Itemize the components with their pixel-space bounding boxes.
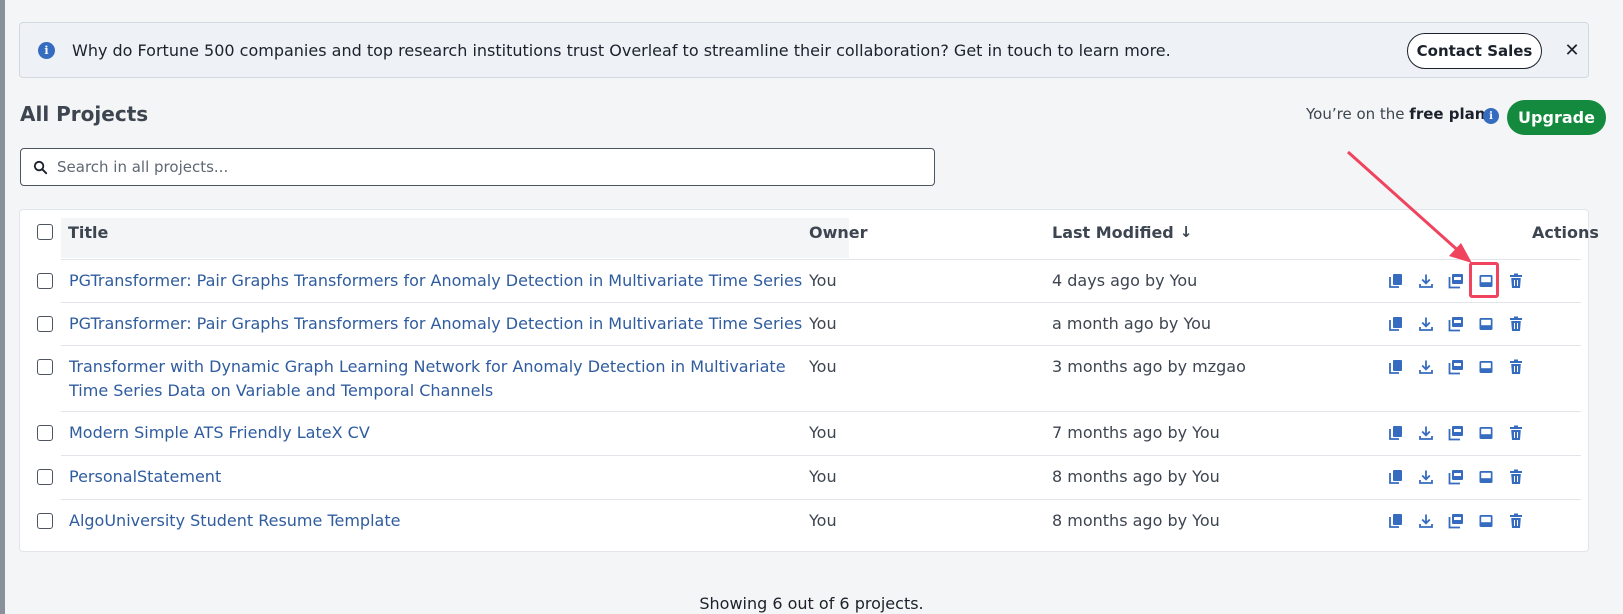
project-title-link[interactable]: AlgoUniversity Student Resume Template	[69, 509, 829, 533]
search-icon	[33, 160, 48, 175]
projects-count: Showing 6 out of 6 projects.	[699, 594, 924, 613]
column-header-actions: Actions	[1532, 222, 1599, 242]
download-pdf-icon[interactable]	[1446, 511, 1466, 531]
row-checkbox[interactable]	[37, 425, 53, 441]
download-pdf-icon[interactable]	[1446, 357, 1466, 377]
row-divider	[61, 499, 1581, 500]
copy-icon[interactable]	[1386, 467, 1406, 487]
column-header-last-modified[interactable]: Last Modified ↓	[1052, 210, 1192, 254]
trash-icon[interactable]	[1506, 357, 1526, 377]
sort-arrow-icon: ↓	[1179, 223, 1193, 241]
trash-icon[interactable]	[1506, 511, 1526, 531]
download-highlight-box	[1469, 262, 1499, 298]
contact-sales-button[interactable]: Contact Sales	[1407, 33, 1542, 69]
window-edge	[0, 0, 5, 614]
project-title-link[interactable]: PGTransformer: Pair Graphs Transformers …	[69, 312, 829, 336]
row-divider	[61, 302, 1581, 303]
modified-cell: 7 months ago by You	[1052, 423, 1220, 442]
banner-message: Why do Fortune 500 companies and top res…	[72, 41, 1171, 60]
download-pdf-icon[interactable]	[1446, 423, 1466, 443]
row-checkbox[interactable]	[37, 359, 53, 375]
row-divider	[61, 455, 1581, 456]
owner-cell: You	[809, 314, 837, 333]
project-title-link[interactable]: Transformer with Dynamic Graph Learning …	[69, 355, 789, 403]
upgrade-button[interactable]: Upgrade	[1507, 100, 1606, 135]
download-pdf-icon[interactable]	[1446, 314, 1466, 334]
close-icon[interactable]: ✕	[1561, 39, 1583, 61]
download-icon[interactable]	[1416, 314, 1436, 334]
column-header-owner[interactable]: Owner	[809, 210, 868, 254]
modified-cell: 8 months ago by You	[1052, 467, 1220, 486]
row-checkbox[interactable]	[37, 273, 53, 289]
trash-icon[interactable]	[1506, 423, 1526, 443]
modified-cell: a month ago by You	[1052, 314, 1212, 333]
title-column-header-bg	[61, 218, 849, 258]
info-icon: i	[38, 42, 55, 59]
owner-cell: You	[809, 423, 837, 442]
download-icon[interactable]	[1416, 511, 1436, 531]
modified-cell: 8 months ago by You	[1052, 511, 1220, 530]
projects-table: Title Owner Last Modified ↓ Actions PGTr…	[19, 209, 1599, 552]
archive-icon[interactable]	[1476, 511, 1496, 531]
row-checkbox[interactable]	[37, 513, 53, 529]
plan-status: You’re on the free plan	[1306, 105, 1485, 123]
project-title-link[interactable]: Modern Simple ATS Friendly LateX CV	[69, 421, 829, 445]
download-pdf-icon[interactable]	[1446, 271, 1466, 291]
project-title-link[interactable]: PGTransformer: Pair Graphs Transformers …	[69, 269, 829, 293]
copy-icon[interactable]	[1386, 271, 1406, 291]
plan-name: free plan	[1409, 105, 1486, 123]
archive-icon[interactable]	[1476, 467, 1496, 487]
plan-info-icon[interactable]: i	[1483, 108, 1499, 124]
owner-cell: You	[809, 467, 837, 486]
row-checkbox[interactable]	[37, 316, 53, 332]
column-header-title[interactable]: Title	[68, 210, 108, 254]
trash-icon[interactable]	[1506, 467, 1526, 487]
project-search	[20, 148, 935, 186]
last-modified-label: Last Modified	[1052, 222, 1174, 242]
project-title-link[interactable]: PersonalStatement	[69, 465, 829, 489]
row-divider	[61, 259, 1581, 260]
row-divider	[61, 345, 1581, 346]
download-icon[interactable]	[1416, 467, 1436, 487]
contact-sales-banner: i Why do Fortune 500 companies and top r…	[19, 22, 1589, 78]
owner-cell: You	[809, 357, 837, 376]
archive-icon[interactable]	[1476, 423, 1496, 443]
trash-icon[interactable]	[1506, 314, 1526, 334]
copy-icon[interactable]	[1386, 314, 1406, 334]
download-icon[interactable]	[1416, 423, 1436, 443]
plan-prefix: You’re on the	[1306, 105, 1410, 123]
archive-icon[interactable]	[1476, 314, 1496, 334]
copy-icon[interactable]	[1386, 423, 1406, 443]
page-title: All Projects	[20, 102, 149, 126]
owner-cell: You	[809, 511, 837, 530]
owner-cell: You	[809, 271, 837, 290]
archive-icon[interactable]	[1476, 357, 1496, 377]
select-all-checkbox[interactable]	[37, 224, 53, 240]
row-divider	[61, 411, 1581, 412]
copy-icon[interactable]	[1386, 511, 1406, 531]
modified-cell: 3 months ago by mzgao	[1052, 357, 1246, 376]
row-checkbox[interactable]	[37, 469, 53, 485]
search-input[interactable]	[57, 151, 927, 183]
modified-cell: 4 days ago by You	[1052, 271, 1198, 290]
download-icon[interactable]	[1416, 271, 1436, 291]
download-icon[interactable]	[1416, 357, 1436, 377]
trash-icon[interactable]	[1506, 271, 1526, 291]
copy-icon[interactable]	[1386, 357, 1406, 377]
download-pdf-icon[interactable]	[1446, 467, 1466, 487]
